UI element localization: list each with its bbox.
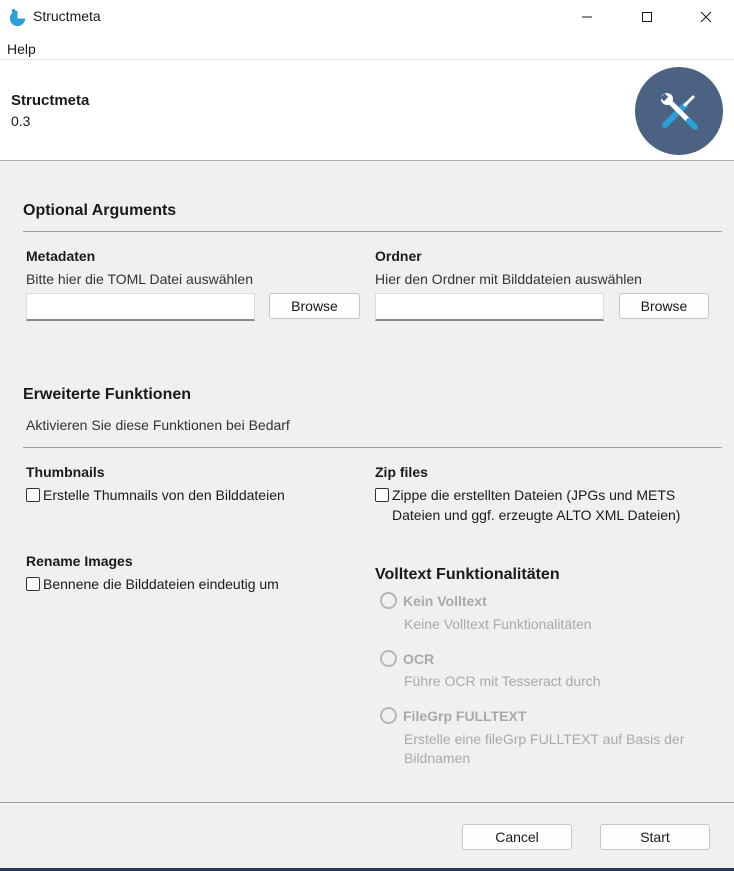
app-header: Structmeta 0.3 <box>0 60 734 161</box>
divider <box>23 447 722 448</box>
maximize-icon <box>642 12 652 22</box>
ordner-input[interactable] <box>375 293 604 321</box>
zip-checkbox-label: Zippe die erstellten Dateien (JPGs und M… <box>392 485 680 525</box>
app-version: 0.3 <box>11 113 31 129</box>
section-title-extended: Erweiterte Funktionen <box>23 386 192 403</box>
volltext-title: Volltext Funktionalitäten <box>375 566 560 583</box>
ordner-help: Hier den Ordner mit Bilddateien auswähle… <box>375 271 642 287</box>
footer-divider <box>0 802 734 803</box>
radio-button[interactable] <box>380 592 397 609</box>
radio-label: Kein Volltext <box>403 592 487 609</box>
menu-bar: Help <box>0 34 734 60</box>
radio-kein-volltext[interactable]: Kein Volltext <box>380 592 487 609</box>
section-title-optional: Optional Arguments <box>23 202 177 219</box>
rename-checkbox-label: Bennene die Bilddateien eindeutig um <box>43 576 279 592</box>
zip-checkbox[interactable] <box>375 488 389 502</box>
thumbnails-checkbox-row[interactable]: Erstelle Thumnails von den Bilddateien <box>26 485 285 505</box>
metadaten-label: Metadaten <box>26 248 96 264</box>
divider <box>23 231 722 232</box>
metadaten-browse-button[interactable]: Browse <box>269 293 360 319</box>
header-logo <box>635 67 723 155</box>
rename-label: Rename Images <box>26 553 133 569</box>
radio-help: Führe OCR mit Tesseract durch <box>404 673 601 689</box>
zip-checkbox-label-line2: Dateien und ggf. erzeugte ALTO XML Datei… <box>392 507 681 523</box>
ordner-browse-button[interactable]: Browse <box>619 293 709 319</box>
zip-label: Zip files <box>375 464 428 480</box>
app-logo-icon <box>9 8 26 27</box>
zip-checkbox-row[interactable]: Zippe die erstellten Dateien (JPGs und M… <box>375 485 680 525</box>
radio-label: FileGrp FULLTEXT <box>403 707 527 724</box>
radio-ocr[interactable]: OCR <box>380 650 434 667</box>
cancel-button[interactable]: Cancel <box>462 824 572 850</box>
metadaten-help: Bitte hier die TOML Datei auswählen <box>26 271 253 287</box>
start-button[interactable]: Start <box>600 824 710 850</box>
extended-subtitle: Aktivieren Sie diese Funktionen bei Beda… <box>26 417 290 433</box>
maximize-button[interactable] <box>624 0 670 34</box>
radio-label: OCR <box>403 650 435 667</box>
rename-checkbox-row[interactable]: Bennene die Bilddateien eindeutig um <box>26 574 279 594</box>
radio-help-line2: Bildnamen <box>404 750 471 766</box>
radio-filegrp-fulltext[interactable]: FileGrp FULLTEXT <box>380 707 526 724</box>
thumbnails-label: Thumbnails <box>26 464 105 480</box>
wrench-screwdriver-icon <box>660 93 698 130</box>
window-title: Structmeta <box>33 8 101 24</box>
radio-button[interactable] <box>380 707 397 724</box>
close-icon <box>700 11 712 23</box>
minimize-icon <box>582 16 592 18</box>
thumbnails-checkbox-label: Erstelle Thumnails von den Bilddateien <box>43 487 285 503</box>
zip-checkbox-label-line1: Zippe die erstellten Dateien (JPGs und M… <box>392 487 676 503</box>
thumbnails-checkbox[interactable] <box>26 488 40 502</box>
app-name: Structmeta <box>11 92 90 109</box>
radio-help: Keine Volltext Funktionalitäten <box>404 616 592 632</box>
rename-checkbox[interactable] <box>26 577 40 591</box>
radio-help-line1: Erstelle eine fileGrp FULLTEXT auf Basis… <box>404 731 685 747</box>
minimize-button[interactable] <box>564 0 610 34</box>
close-button[interactable] <box>683 0 729 34</box>
metadaten-input[interactable] <box>26 293 255 321</box>
menu-help[interactable]: Help <box>7 41 36 57</box>
ordner-label: Ordner <box>375 248 422 264</box>
radio-button[interactable] <box>380 650 397 667</box>
title-bar: Structmeta <box>0 0 734 34</box>
